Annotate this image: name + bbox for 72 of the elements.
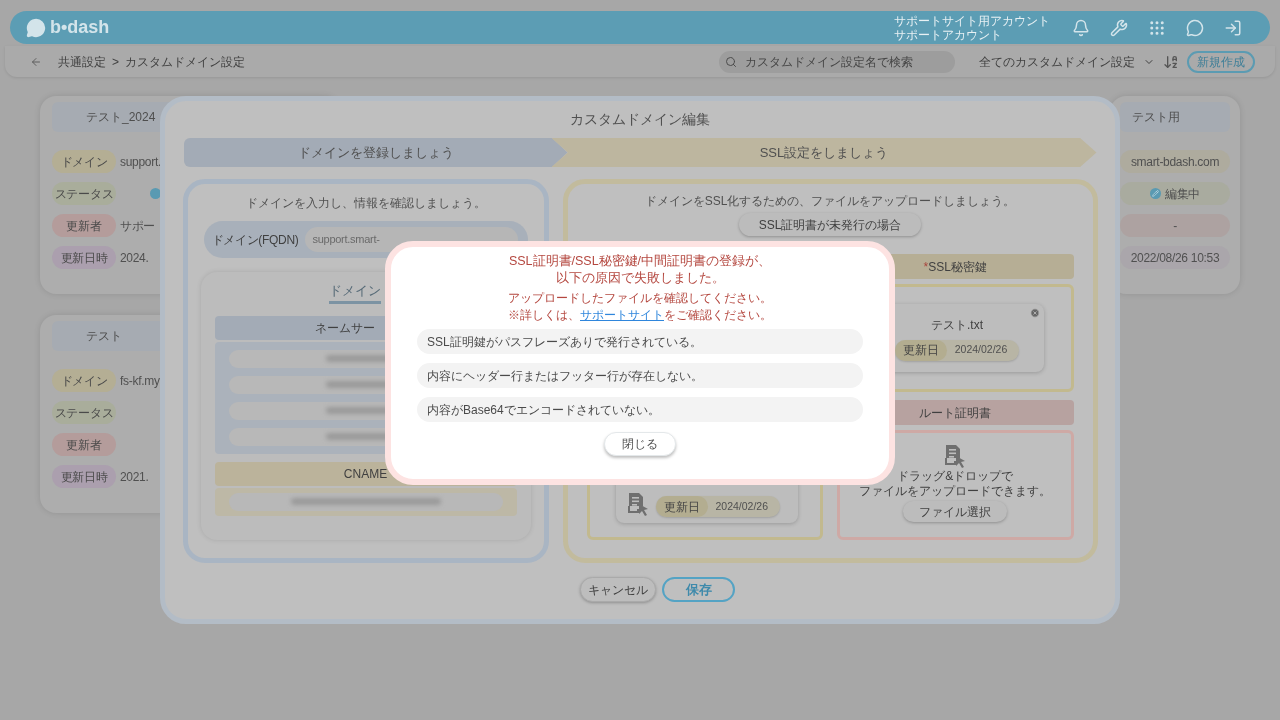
field-label: ドメイン bbox=[52, 150, 116, 173]
support-link[interactable]: サポートサイト bbox=[580, 308, 664, 322]
field-value: 2024. bbox=[120, 249, 149, 267]
back-icon[interactable] bbox=[30, 55, 42, 68]
panel-intro: ドメインをSSL化するための、ファイルをアップロードしましょう。 bbox=[644, 193, 1016, 210]
date-value: 2024/02/26 bbox=[954, 342, 1008, 358]
search-icon bbox=[725, 55, 737, 68]
file-cursor-icon bbox=[625, 491, 650, 517]
step-banner: SSL設定をしましょう bbox=[551, 138, 1097, 167]
login-icon[interactable] bbox=[1224, 18, 1242, 37]
error-note: ※詳しくは、サポートサイト をご確認ください。 bbox=[508, 307, 772, 323]
modal-title: カスタムドメイン編集 bbox=[570, 110, 710, 129]
logo-icon bbox=[26, 17, 46, 38]
field-label: ステータス bbox=[52, 401, 116, 424]
drop-text: ドラッグ&ドロップで bbox=[897, 469, 1014, 484]
field-label: 更新者 bbox=[52, 433, 116, 456]
error-reason: 内容がBase64でエンコードされていない。 bbox=[417, 397, 863, 422]
cancel-button[interactable]: キャンセル bbox=[580, 577, 656, 602]
remove-icon[interactable] bbox=[1030, 308, 1040, 318]
field-value: fs-kf.my bbox=[120, 372, 160, 390]
date-label: 更新日 bbox=[894, 339, 947, 361]
date-label: 更新日 bbox=[655, 496, 708, 517]
header-text: CNAME bbox=[343, 465, 388, 483]
search-input[interactable]: カスタムドメイン設定名で検索 bbox=[745, 52, 945, 71]
sort-icon[interactable] bbox=[1163, 53, 1179, 70]
field-value: 2022/08/26 10:53 bbox=[1120, 246, 1230, 269]
grid-icon[interactable] bbox=[1148, 18, 1166, 37]
header-text: ネームサー bbox=[314, 319, 375, 337]
error-title: 以下の原因で失敗しました。 bbox=[555, 270, 725, 287]
card-title: テスト_2024 bbox=[86, 109, 156, 126]
error-title: SSL証明書/SSL秘密鍵/中間証明書の登録が、 bbox=[508, 253, 772, 270]
section-title: ドメイン bbox=[328, 281, 381, 304]
breadcrumb-item[interactable]: 共通設定 bbox=[58, 52, 106, 71]
step-banner: ドメインを登録しましょう bbox=[183, 138, 568, 167]
pencil-icon bbox=[1149, 188, 1161, 199]
field-label: ドメイン bbox=[52, 369, 116, 392]
field-label: 更新者 bbox=[52, 214, 116, 237]
fqdn-label: ドメイン(FQDN) bbox=[211, 231, 299, 249]
breadcrumb-separator: > bbox=[112, 53, 119, 71]
error-reason: SSL証明鍵がパスフレーズありで発行されている。 bbox=[417, 329, 863, 354]
filter-dropdown[interactable]: 全てのカスタムドメイン設定 bbox=[979, 52, 1155, 71]
search-field[interactable]: カスタムドメイン設定名で検索 bbox=[719, 50, 955, 73]
required-mark: * bbox=[923, 258, 929, 276]
unissued-button[interactable]: SSL証明書が未発行の場合 bbox=[738, 213, 922, 236]
panel-intro: ドメインを入力し、情報を確認しましょう。 bbox=[245, 195, 486, 212]
breadcrumb-item: カスタムドメイン設定 bbox=[125, 53, 245, 71]
bell-icon[interactable] bbox=[1072, 18, 1090, 37]
field-label: ステータス bbox=[52, 182, 116, 205]
field-value: - bbox=[1120, 214, 1230, 237]
field-label: 更新日時 bbox=[52, 465, 116, 488]
account-name: サポートアカウント bbox=[894, 27, 1003, 42]
date-value: 2024/02/26 bbox=[715, 498, 769, 514]
header-text: ルート証明書 bbox=[919, 404, 992, 422]
drop-text: ファイルをアップロードできます。 bbox=[859, 484, 1052, 499]
field-value: 2021. bbox=[120, 468, 149, 486]
error-reason: 内容にヘッダー行またはフッター行が存在しない。 bbox=[417, 363, 863, 388]
card-title: テスト bbox=[86, 328, 122, 345]
field-value: サポー bbox=[120, 217, 156, 235]
field-value: 編集中 bbox=[1120, 182, 1230, 205]
field-value: smart-bdash.com bbox=[1120, 150, 1230, 173]
header-text: SSL秘密鍵 bbox=[928, 258, 987, 276]
wrench-icon[interactable] bbox=[1110, 18, 1128, 37]
error-message: アップロードしたファイルを確認してください。 bbox=[508, 290, 772, 306]
file-select-button[interactable]: ファイル選択 bbox=[903, 501, 1008, 522]
field-value: support. bbox=[120, 153, 161, 171]
chat-icon[interactable] bbox=[1186, 18, 1204, 37]
fqdn-value: support.smart- bbox=[312, 232, 380, 248]
account-name: サポートサイト用アカウント bbox=[894, 13, 1050, 28]
close-button[interactable]: 閉じる bbox=[604, 432, 676, 456]
card-title: テスト用 bbox=[1132, 109, 1180, 126]
file-name: テスト.txt bbox=[931, 316, 983, 334]
field-label: 更新日時 bbox=[52, 246, 116, 269]
